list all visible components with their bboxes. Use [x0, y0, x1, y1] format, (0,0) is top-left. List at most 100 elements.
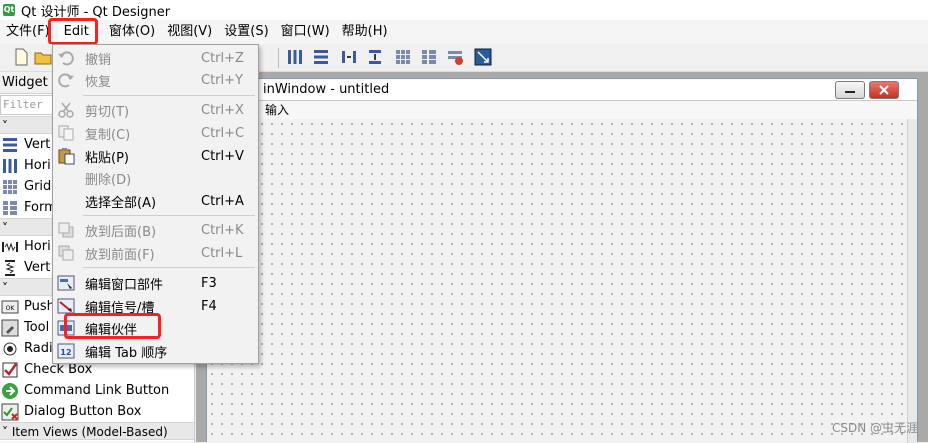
menu-edit-widgets[interactable]: 编辑窗口部件 F3 — [53, 272, 258, 294]
layout-vertical-icon[interactable] — [312, 48, 330, 66]
menu-shortcut: Ctrl+V — [201, 148, 244, 164]
widget-command-link-button[interactable]: Command Link Button — [0, 380, 194, 401]
tool-button-icon — [1, 319, 19, 336]
menu-label: 恢复 — [85, 74, 112, 90]
horizontal-layout-icon — [3, 158, 17, 173]
close-button[interactable] — [869, 81, 899, 99]
widget-label: Grid — [24, 179, 52, 194]
menu-shortcut: Ctrl+A — [201, 193, 244, 209]
widget-label: Hori — [24, 239, 51, 254]
layout-form-icon[interactable] — [420, 48, 438, 66]
menu-separator — [83, 95, 255, 96]
menu-undo[interactable]: 撤销 Ctrl+Z — [53, 47, 258, 69]
menu-settings[interactable]: 设置(S) — [218, 20, 274, 44]
menu-edit[interactable]: Edit — [57, 20, 95, 44]
menu-copy[interactable]: 复制(C) Ctrl+C — [53, 122, 258, 144]
menu-label: 剪切(T) — [85, 104, 130, 120]
chevron-down-icon: ˅ — [2, 281, 8, 295]
menu-label: 编辑伙伴 — [85, 322, 138, 338]
form-scrollbar[interactable] — [907, 119, 917, 443]
mdi-area: inWindow - untitled 输入 — [196, 72, 928, 443]
widget-label: Check Box — [24, 362, 93, 377]
menu-edit-signals-slots[interactable]: 编辑信号/槽 F4 — [53, 295, 258, 317]
command-link-icon — [2, 382, 18, 399]
menu-help[interactable]: 帮助(H) — [336, 20, 394, 44]
horizontal-spacer-icon — [2, 241, 18, 252]
menu-send-to-back[interactable]: 放到后面(B) Ctrl+K — [53, 219, 258, 241]
menu-label: 放到前面(F) — [85, 247, 155, 263]
menu-delete[interactable]: 删除(D) — [53, 167, 258, 189]
paste-icon — [58, 148, 75, 165]
chevron-down-icon: ˅ — [2, 425, 8, 439]
close-icon — [879, 85, 889, 95]
open-folder-icon[interactable] — [34, 48, 52, 66]
menu-shortcut: Ctrl+Z — [201, 50, 244, 66]
category-item-views[interactable]: ˅ Item Views (Model-Based) — [0, 422, 194, 440]
copy-icon — [58, 125, 74, 141]
dialog-button-box-icon — [1, 403, 19, 420]
toolbar-separator — [278, 48, 279, 68]
cut-icon — [58, 102, 74, 118]
form-canvas-grid[interactable] — [207, 119, 907, 443]
widget-label: Command Link Button — [24, 383, 170, 398]
layout-horizontal-icon[interactable] — [286, 48, 304, 66]
menu-separator — [83, 267, 255, 268]
chevron-down-icon: ˅ — [2, 221, 8, 235]
form-window[interactable]: inWindow - untitled 输入 — [206, 78, 918, 443]
adjust-size-icon[interactable] — [474, 48, 492, 66]
chevron-down-icon: ˅ — [2, 119, 8, 133]
new-file-icon[interactable] — [12, 48, 30, 66]
menu-view[interactable]: 视图(V) — [161, 20, 218, 44]
menu-shortcut: F4 — [201, 298, 217, 314]
form-menu-placeholder[interactable]: 输入 — [207, 101, 917, 119]
svg-text:12: 12 — [60, 348, 71, 357]
minimize-button[interactable] — [835, 81, 865, 99]
category-label: Item Views (Model-Based) — [11, 425, 168, 439]
menu-label: 放到后面(B) — [85, 224, 157, 240]
edit-widgets-icon — [57, 275, 75, 291]
menu-label: 粘贴(P) — [85, 150, 129, 166]
menu-cut[interactable]: 剪切(T) Ctrl+X — [53, 99, 258, 121]
menu-shortcut: Ctrl+C — [201, 125, 245, 141]
radio-button-icon — [3, 342, 17, 355]
widget-label: Tool — [24, 320, 50, 335]
menu-label: 选择全部(A) — [85, 195, 157, 211]
menu-window[interactable]: 窗口(W) — [275, 20, 336, 44]
push-button-icon: OK — [1, 300, 19, 313]
svg-text:OK: OK — [6, 305, 16, 312]
widget-dialog-button-box[interactable]: Dialog Button Box — [0, 401, 194, 422]
vertical-layout-icon — [3, 137, 17, 152]
menu-select-all[interactable]: 选择全部(A) Ctrl+A — [53, 190, 258, 212]
minimize-icon — [845, 91, 855, 93]
menu-edit-tab-order[interactable]: 12 编辑 Tab 顺序 — [53, 340, 258, 362]
menu-redo[interactable]: 恢复 Ctrl+Y — [53, 69, 258, 91]
menu-label: 编辑窗口部件 — [85, 277, 164, 293]
menu-paste[interactable]: 粘贴(P) Ctrl+V — [53, 145, 258, 167]
menu-label: 编辑信号/槽 — [85, 300, 155, 316]
layout-grid-icon[interactable] — [394, 48, 412, 66]
edit-signals-icon — [57, 298, 75, 314]
layout-splitter-v-icon[interactable] — [366, 48, 384, 66]
menu-bring-to-front[interactable]: 放到前面(F) Ctrl+L — [53, 242, 258, 264]
bring-front-icon — [58, 245, 74, 261]
watermark: CSDN @虫无涯 — [831, 421, 918, 435]
widget-label: Hori — [24, 158, 51, 173]
edit-dropdown-menu: 撤销 Ctrl+Z 恢复 Ctrl+Y 剪切(T) Ctrl+X 复制(C) C… — [52, 44, 259, 364]
widget-label: Vert — [24, 260, 51, 275]
menu-file[interactable]: 文件(F) — [0, 20, 56, 44]
form-layout-icon — [3, 200, 17, 215]
layout-splitter-h-icon[interactable] — [340, 48, 358, 66]
edit-buddies-icon — [57, 320, 75, 336]
grid-layout-icon — [3, 179, 17, 194]
break-layout-icon[interactable] — [446, 48, 464, 66]
menu-form[interactable]: 窗体(O) — [103, 20, 161, 44]
send-back-icon — [58, 222, 74, 238]
check-box-icon — [2, 362, 18, 377]
title-bar: Qt Qt 设计师 - Qt Designer — [0, 0, 928, 20]
menu-shortcut: F3 — [201, 275, 217, 291]
menu-label: 撤销 — [85, 52, 112, 68]
menu-edit-buddies[interactable]: 编辑伙伴 — [53, 317, 258, 339]
menu-shortcut: Ctrl+K — [201, 222, 244, 238]
undo-icon — [58, 51, 74, 66]
menu-label: 编辑 Tab 顺序 — [85, 345, 168, 361]
